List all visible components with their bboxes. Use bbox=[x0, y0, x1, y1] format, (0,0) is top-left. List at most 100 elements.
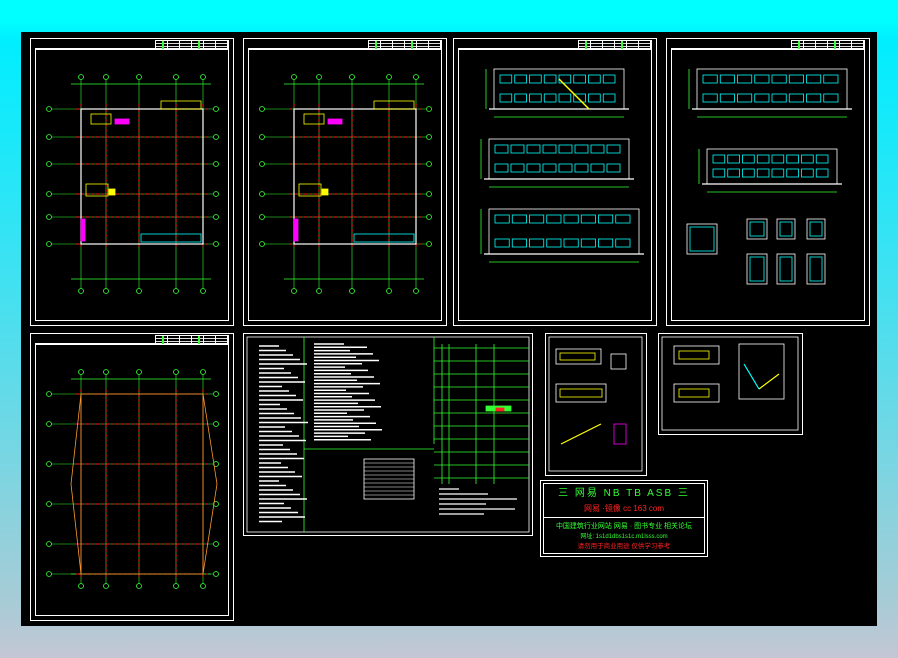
axis-bubble bbox=[213, 214, 219, 220]
floor-plan-drawing bbox=[46, 74, 219, 294]
cad-rect bbox=[580, 214, 596, 224]
axis-bubble bbox=[413, 288, 419, 294]
cad-rect bbox=[809, 221, 823, 237]
cad-rect bbox=[771, 154, 785, 164]
cad-rect bbox=[108, 188, 116, 196]
axis-bubble bbox=[46, 391, 52, 397]
cad-rect bbox=[756, 168, 770, 178]
cad-rect bbox=[771, 93, 787, 103]
cad-rect bbox=[771, 168, 785, 178]
axis-bubble bbox=[213, 241, 219, 247]
axis-bubble bbox=[46, 191, 52, 197]
cad-rect bbox=[303, 113, 325, 125]
elevation-drawing bbox=[686, 68, 852, 285]
cad-line bbox=[202, 393, 218, 485]
axis-bubble bbox=[46, 134, 52, 140]
sheet-elevations-1[interactable] bbox=[453, 38, 657, 326]
axis-bubble bbox=[426, 106, 432, 112]
axis-bubble bbox=[200, 288, 206, 294]
axis-bubble bbox=[173, 583, 179, 589]
cad-rect bbox=[788, 93, 804, 103]
axis-bubble bbox=[136, 369, 142, 375]
cad-rect bbox=[702, 93, 718, 103]
cad-rect bbox=[806, 93, 822, 103]
axis-bubble bbox=[426, 134, 432, 140]
cad-rect bbox=[510, 163, 525, 173]
cad-rect bbox=[563, 238, 579, 248]
cad-rect bbox=[742, 154, 755, 164]
cad-rect bbox=[494, 144, 509, 154]
axis-bubble bbox=[259, 106, 265, 112]
cad-rect bbox=[574, 163, 589, 173]
cad-rect bbox=[598, 214, 614, 224]
axis-bubble bbox=[46, 501, 52, 507]
axis-bubble bbox=[46, 214, 52, 220]
axis-bubble bbox=[349, 288, 355, 294]
cad-rect bbox=[514, 93, 527, 103]
axis-bubble bbox=[173, 288, 179, 294]
axis-bubble bbox=[213, 571, 219, 577]
axis-bubble bbox=[213, 541, 219, 547]
cad-rect bbox=[719, 74, 735, 84]
cad-rect bbox=[114, 118, 130, 125]
sheet-stair-detail-1[interactable] bbox=[545, 333, 647, 476]
axis-bubble bbox=[78, 583, 84, 589]
cad-rect bbox=[602, 93, 616, 103]
sheet-floor-plan-2[interactable] bbox=[243, 38, 447, 326]
axis-bubble bbox=[136, 74, 142, 80]
axis-bubble bbox=[291, 74, 297, 80]
cad-drawing-canvas[interactable]: 三 网易 NB TB ASB 三 网易 ·镜像 cc 163 com 中国建筑行… bbox=[21, 32, 877, 626]
axis-bubble bbox=[46, 161, 52, 167]
cad-rect bbox=[494, 163, 509, 173]
cad-rect bbox=[806, 74, 822, 84]
notes-drawing bbox=[246, 336, 530, 533]
axis-bubble bbox=[46, 461, 52, 467]
cad-rect bbox=[737, 74, 753, 84]
cad-rect bbox=[559, 352, 596, 361]
roof-plan-drawing bbox=[46, 369, 219, 589]
sheet-stair-detail-2[interactable] bbox=[658, 333, 803, 435]
cad-rect bbox=[678, 350, 710, 360]
cad-rect bbox=[738, 343, 785, 400]
cad-rect bbox=[542, 144, 557, 154]
cad-rect bbox=[788, 74, 804, 84]
cad-rect bbox=[801, 168, 814, 178]
cad-rect bbox=[598, 238, 614, 248]
cad-rect bbox=[526, 163, 541, 173]
axis-bubble bbox=[46, 106, 52, 112]
axis-bubble bbox=[103, 74, 109, 80]
sheet-floor-plan-1[interactable] bbox=[30, 38, 234, 326]
axis-bubble bbox=[426, 241, 432, 247]
detail-drawing bbox=[548, 336, 643, 472]
cad-rect bbox=[815, 154, 829, 164]
sheet-roof-plan[interactable] bbox=[30, 333, 234, 621]
note-description: 中国建筑行业网站 网易 · 图书专业 相关论坛 bbox=[555, 523, 693, 530]
cad-rect bbox=[588, 93, 601, 103]
cad-rect bbox=[80, 108, 204, 245]
cad-rect bbox=[678, 388, 710, 398]
cad-line bbox=[202, 483, 218, 575]
cad-rect bbox=[737, 93, 753, 103]
cad-rect bbox=[801, 154, 814, 164]
cad-rect bbox=[526, 144, 541, 154]
cad-rect bbox=[511, 238, 527, 248]
cad-rect bbox=[823, 74, 839, 84]
cad-rect bbox=[602, 74, 616, 84]
axis-bubble bbox=[213, 391, 219, 397]
cad-rect bbox=[615, 214, 631, 224]
axis-bubble bbox=[426, 161, 432, 167]
cad-rect bbox=[558, 93, 572, 103]
axis-bubble bbox=[259, 191, 265, 197]
cad-rect bbox=[293, 218, 299, 242]
detail-drawing bbox=[661, 336, 799, 431]
cad-rect bbox=[779, 256, 793, 282]
cad-rect bbox=[786, 168, 799, 178]
sheet-elevations-2[interactable] bbox=[666, 38, 870, 326]
cad-rect bbox=[756, 154, 770, 164]
sheet-design-notes[interactable] bbox=[243, 333, 533, 536]
cad-rect bbox=[558, 163, 573, 173]
cad-rect bbox=[321, 188, 329, 196]
cad-rect bbox=[327, 118, 343, 125]
cad-rect bbox=[80, 393, 204, 575]
axis-bubble bbox=[213, 161, 219, 167]
